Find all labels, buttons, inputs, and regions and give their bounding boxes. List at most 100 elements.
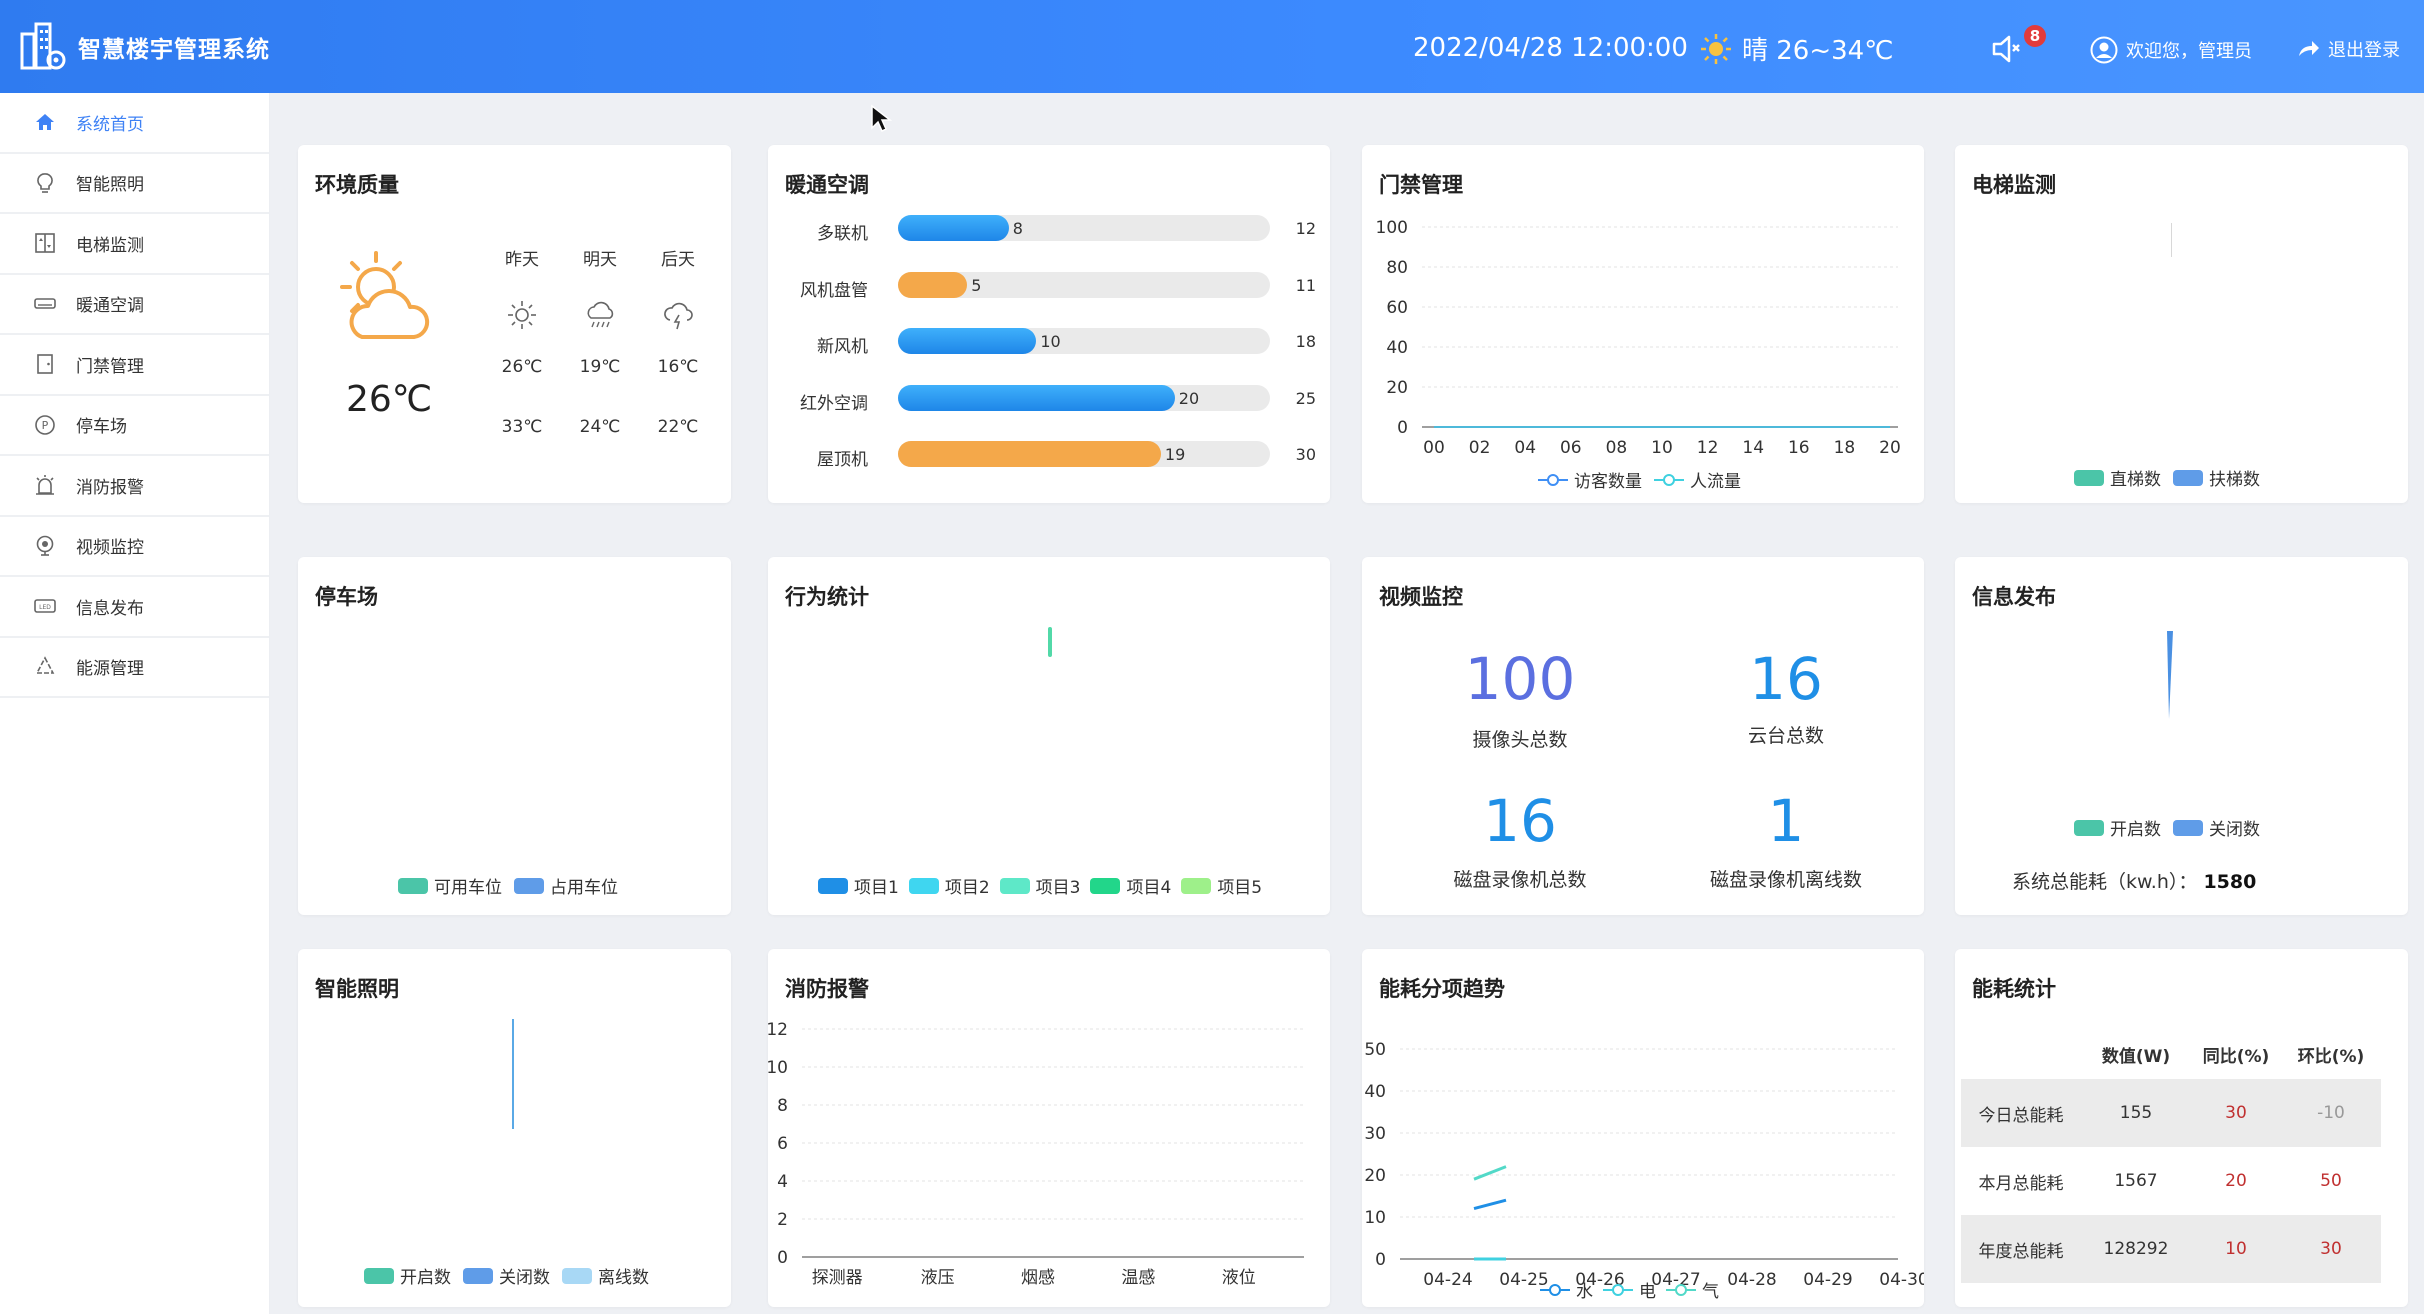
- legend-swatch: [1090, 877, 1121, 894]
- x-tick-label: 06: [1560, 438, 1582, 458]
- hvac-row-label: 多联机: [817, 224, 868, 244]
- legend-item: 气: [1666, 1277, 1719, 1302]
- sidebar-item-label: 信息发布: [76, 598, 144, 619]
- legend-swatch: [398, 877, 428, 894]
- y-tick-label: 50: [1364, 1040, 1386, 1060]
- hvac-row: 红外空调 20 25: [768, 384, 1330, 415]
- row-label: 今日总能耗: [1978, 1105, 2064, 1126]
- aircon-icon: [34, 297, 56, 309]
- energy-stats-card: 能耗统计 数值(W) 同比(%) 环比(%) 今日总能耗 155 30 -10 …: [1955, 949, 2408, 1307]
- hvac-row-label: 红外空调: [800, 393, 868, 414]
- energy-table: 数值(W) 同比(%) 环比(%) 今日总能耗 155 30 -10 本月总能耗…: [1961, 1029, 2381, 1283]
- legend-swatch: [999, 877, 1030, 894]
- y-tick-label: 40: [1386, 338, 1408, 358]
- access-legend: 访客数量 人流量: [1538, 467, 1741, 492]
- legend-swatch: [463, 1267, 493, 1284]
- legend-item: 水: [1540, 1277, 1593, 1302]
- sidebar-item-energy[interactable]: 能源管理: [0, 638, 269, 698]
- sidebar: 系统首页 智能照明 电梯监测 暖通空调 门禁管理 P 停车场 消防报警 视频监控…: [0, 93, 270, 1314]
- notification-badge: 8: [2024, 25, 2046, 47]
- sidebar-item-access[interactable]: 门禁管理: [0, 335, 269, 396]
- hvac-bar: [898, 271, 968, 298]
- legend-label: 直梯数: [2110, 470, 2161, 490]
- current-datetime: 2022/04/28 12:00:00: [1413, 33, 1688, 63]
- x-tick-label: 04-29: [1803, 1270, 1852, 1290]
- hvac-bar: [898, 215, 1009, 241]
- legend-label: 占用车位: [550, 878, 618, 898]
- speaker-icon[interactable]: [1990, 32, 2024, 66]
- forecast-low: 19℃: [579, 357, 621, 377]
- legend-swatch: [2173, 819, 2203, 836]
- hvac-bar-value: 5: [971, 275, 982, 295]
- sidebar-item-video[interactable]: 视频监控: [0, 517, 269, 577]
- camera-icon: [36, 535, 54, 556]
- sidebar-item-elevator[interactable]: 电梯监测: [0, 214, 269, 275]
- behavior-legend: 项目1 项目2 项目3 项目4 项目5: [818, 873, 1262, 898]
- legend-item: 直梯数: [2074, 465, 2161, 490]
- legend-swatch: [2173, 469, 2203, 486]
- legend-item: 关闭数: [463, 1263, 550, 1288]
- table-header-cell: 环比(%): [2297, 1046, 2365, 1067]
- thunder-icon: [664, 302, 693, 330]
- x-tick-label: 04: [1514, 438, 1536, 458]
- legend-label: 开启数: [2110, 820, 2161, 840]
- y-tick-label: 4: [777, 1172, 788, 1192]
- sidebar-item-label: 消防报警: [76, 477, 144, 498]
- legend-swatch: [514, 877, 544, 894]
- building-logo-icon: [20, 22, 66, 70]
- legend-swatch: [908, 877, 939, 894]
- hvac-row: 新风机 10 18: [768, 328, 1330, 358]
- system-energy-value: 1580: [2203, 871, 2257, 893]
- legend-swatch: [1540, 1282, 1570, 1298]
- x-tick-label: 20: [1879, 438, 1901, 458]
- lighting-legend: 开启数 关闭数 离线数: [364, 1263, 649, 1288]
- x-tick-label: 温感: [1121, 1268, 1155, 1288]
- card-title: 信息发布: [1972, 585, 2056, 609]
- header-weather-text: 晴 26~34℃: [1742, 36, 1894, 66]
- x-tick-label: 14: [1742, 438, 1764, 458]
- legend-swatch: [2074, 469, 2104, 486]
- legend-swatch: [818, 877, 848, 894]
- sidebar-item-home[interactable]: 系统首页: [0, 93, 269, 154]
- legend-label: 可用车位: [434, 878, 502, 898]
- hvac-bar-track: [898, 215, 1270, 241]
- row-value: 128292: [2103, 1239, 2169, 1259]
- row-label: 年度总能耗: [1978, 1241, 2064, 1262]
- hvac-bar-max: 18: [1295, 332, 1316, 351]
- hvac-bar-max: 30: [1295, 445, 1316, 464]
- elevator-card: 电梯监测 直梯数 扶梯数: [1955, 145, 2408, 503]
- dvr-total-label: 磁盘录像机总数: [1453, 869, 1587, 891]
- row-value: 1567: [2114, 1171, 2158, 1191]
- environment-card: 环境质量 26℃ 昨天 26℃ 33℃ 明天 19℃ 24℃ 后天 16℃ 22…: [298, 145, 731, 503]
- system-energy-label: 系统总能耗（kw.h）：: [2012, 871, 2198, 893]
- sidebar-item-fire[interactable]: 消防报警: [0, 456, 269, 517]
- legend-label: 项目1: [854, 878, 899, 898]
- app-title: 智慧楼宇管理系统: [78, 37, 270, 63]
- x-tick-label: 18: [1834, 438, 1856, 458]
- forecast-day-after: 后天 16℃ 22℃: [638, 245, 718, 437]
- behavior-chart-mark: [1048, 627, 1052, 657]
- welcome-text: 欢迎您，管理员: [2126, 41, 2252, 62]
- info-chart-mark: [2167, 631, 2173, 719]
- sidebar-item-info[interactable]: LED 信息发布: [0, 577, 269, 638]
- hvac-row-label: 屋顶机: [817, 450, 868, 470]
- trend-line-chart: 0102030405004-24 04-25 04-26 04-27 04-28 04-2…: [1364, 1040, 1924, 1290]
- ptz-total-value: 16: [1749, 645, 1823, 713]
- camera-total-label: 摄像头总数: [1472, 729, 1568, 751]
- legend-item: 占用车位: [514, 873, 618, 898]
- hvac-bar-track: [898, 441, 1270, 467]
- sidebar-item-hvac[interactable]: 暖通空调: [0, 275, 269, 335]
- legend-label: 电: [1639, 1282, 1656, 1302]
- logout-button[interactable]: 退出登录: [2296, 36, 2400, 62]
- x-tick-label: 04-28: [1727, 1270, 1776, 1290]
- hvac-row-label: 新风机: [817, 337, 868, 357]
- rain-icon: [587, 301, 614, 328]
- sidebar-item-parking[interactable]: P 停车场: [0, 396, 269, 456]
- recycle-icon: [35, 656, 55, 674]
- table-header-cell: 同比(%): [2202, 1046, 2270, 1067]
- card-title: 环境质量: [315, 173, 399, 197]
- access-card: 门禁管理 0 20 40 60 80 100 00 02 04 06 08 10 12 14 16 18 20 …: [1362, 145, 1924, 503]
- sidebar-item-lighting[interactable]: 智能照明: [0, 154, 269, 214]
- user-welcome[interactable]: 欢迎您，管理员: [2090, 36, 2252, 64]
- legend-label: 项目3: [1035, 878, 1081, 898]
